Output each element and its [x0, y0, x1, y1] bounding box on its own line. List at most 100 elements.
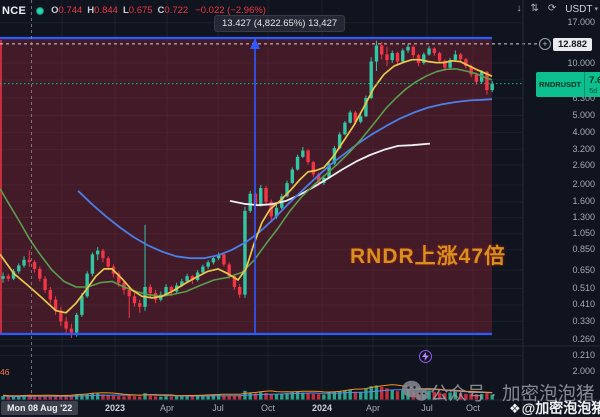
price-axis-label: 0.650: [572, 264, 595, 275]
candle: [238, 286, 242, 295]
volume-bar: [132, 396, 137, 400]
time-axis-label: Jul: [212, 403, 224, 413]
volume-bar: [395, 391, 400, 400]
time-axis-label: 2024: [311, 403, 333, 413]
candle: [259, 188, 263, 206]
volume-bar: [117, 396, 121, 400]
currency-dropdown[interactable]: USDT ▾: [565, 4, 598, 15]
time-axis-label: Apr: [159, 403, 174, 413]
volume-bar: [358, 392, 363, 400]
volume-bar: [148, 395, 152, 400]
candle: [64, 321, 68, 329]
candle: [295, 156, 300, 170]
candle: [343, 122, 347, 135]
volume-bar: [374, 385, 379, 400]
candle: [437, 53, 442, 61]
candle: [458, 54, 463, 60]
candle: [90, 254, 95, 274]
volume-bar: [353, 391, 358, 400]
volume-bar: [316, 394, 321, 400]
price-axis-label: 5.000: [572, 110, 595, 120]
candle: [390, 53, 394, 61]
close-value: 0.722: [164, 5, 189, 16]
candle: [43, 278, 47, 290]
open-label: O: [51, 5, 59, 16]
volume-bar: [343, 390, 347, 400]
candle: [422, 54, 426, 63]
candle: [427, 48, 431, 55]
candle: [38, 268, 42, 279]
add-alert-plus-icon[interactable]: +: [539, 38, 551, 50]
price-axis-label: 0.330: [572, 315, 595, 326]
candle: [74, 314, 79, 333]
reset-scale-button[interactable]: ⟳: [548, 3, 556, 15]
candle: [95, 250, 100, 255]
candle: [80, 296, 84, 315]
volume-bar: [269, 393, 273, 400]
time-axis-label: Apr: [365, 403, 380, 413]
candle: [138, 303, 142, 307]
symbol-price-badge[interactable]: RNDRUSDT 7.613 5d 22h: [536, 72, 600, 97]
volume-bar: [180, 396, 184, 400]
wechat-icon: [401, 380, 429, 407]
volume-bar: [95, 393, 100, 400]
axis-toolbar: ↓ ⇅ ⟳ USDT ▾: [516, 2, 598, 16]
candle: [348, 112, 352, 123]
annotation-text: RNDR上涨47倍: [350, 245, 507, 268]
volume-bar: [248, 392, 252, 400]
candle: [264, 188, 268, 202]
price-axis-label: 1.600: [572, 196, 595, 207]
candle: [222, 254, 226, 265]
candle: [490, 83, 494, 91]
open-value: 0.744: [58, 5, 83, 16]
candle: [395, 53, 400, 62]
volume-bar: [348, 389, 352, 400]
candle: [27, 259, 31, 263]
event-marker-icon[interactable]: [419, 350, 432, 363]
price-axis-label: 2.000: [572, 179, 595, 190]
volume-bar: [127, 395, 131, 400]
candle: [69, 328, 74, 333]
candle: [6, 276, 10, 279]
market-status-dot: [36, 6, 45, 15]
candle: [48, 289, 53, 300]
currency-label: USDT: [565, 3, 593, 15]
volume-bar: [106, 395, 110, 400]
candle: [432, 48, 437, 54]
volume-bar: [364, 389, 368, 400]
low-value: 0.675: [128, 5, 153, 16]
price-axis-label: 0.510: [572, 282, 595, 293]
candle: [411, 46, 415, 56]
price-axis-label: 0.210: [572, 350, 595, 361]
volume-bar: [85, 393, 89, 400]
collapse-pane-button[interactable]: ⇅: [530, 3, 538, 15]
candle: [474, 74, 479, 82]
volume-axis-label: 2.000: [572, 366, 595, 376]
volume-bar: [322, 394, 326, 400]
candle: [32, 262, 37, 269]
volume-bar: [259, 392, 263, 400]
price-axis[interactable]: 17.00010.0008.0006.3005.0004.0003.2002.6…: [524, 0, 600, 400]
handle-text: @加密泡泡猪: [521, 400, 600, 416]
volume-bar: [337, 391, 342, 400]
candle: [243, 210, 247, 295]
volume-bar: [90, 393, 95, 400]
volume-bar: [232, 395, 237, 400]
volume-bar: [111, 395, 116, 400]
candle: [22, 259, 26, 266]
chart-canvas[interactable]: [0, 0, 600, 417]
price-axis-label: 2.600: [572, 159, 595, 170]
scroll-down-button[interactable]: ↓: [516, 3, 521, 15]
price-axis-label: 17.000: [567, 17, 595, 28]
volume-bar: [380, 386, 384, 400]
price-axis-label: 0.850: [572, 244, 595, 255]
badge-price: 7.613: [589, 74, 600, 86]
candle: [306, 150, 310, 163]
badge-countdown: 5d 22h: [589, 85, 600, 95]
price-axis-label: 4.000: [572, 126, 595, 137]
candle: [401, 50, 405, 62]
volume-bar: [306, 393, 310, 400]
candle: [206, 262, 210, 267]
crosshair-date-tooltip: Mon 08 Aug '22: [1, 401, 79, 415]
candle: [248, 193, 252, 211]
